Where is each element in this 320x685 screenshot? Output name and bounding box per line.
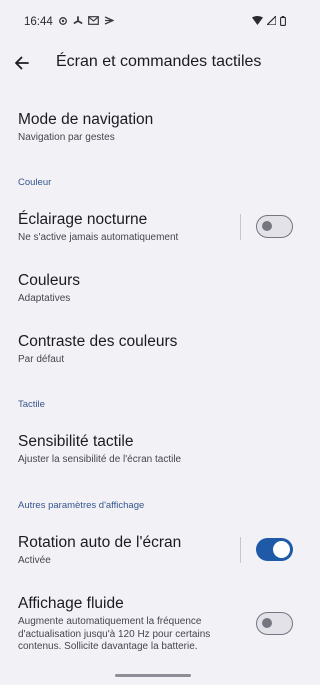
page-title: Écran et commandes tactiles: [56, 53, 262, 70]
back-arrow-icon[interactable]: [11, 52, 33, 74]
status-left: 16:44: [24, 15, 115, 29]
section-header-other-display: Autres paramètres d'affichage: [18, 500, 145, 511]
settings-gear-icon: [58, 16, 68, 29]
status-bar: 16:44: [0, 0, 306, 44]
auto-rotate-title: Rotation auto de l'écran: [18, 534, 182, 551]
top-app-bar: Écran et commandes tactiles: [0, 44, 306, 82]
auto-rotate-item[interactable]: Rotation auto de l'écran Activée: [18, 533, 233, 568]
smooth-display-subtitle-line: contenus. Sollicite davantage la batteri…: [18, 641, 198, 652]
pip-icon: [104, 16, 115, 28]
auto-rotate-subtitle: Activée: [18, 555, 51, 566]
smooth-display-title: Affichage fluide: [18, 595, 124, 612]
touch-sensitivity-item[interactable]: Sensibilité tactile Ajuster la sensibili…: [18, 432, 288, 467]
battery-icon: [280, 15, 286, 29]
colors-title: Couleurs: [18, 272, 81, 289]
signal-icon: [265, 14, 277, 28]
gesture-home-indicator[interactable]: [115, 674, 191, 677]
gmail-icon: [87, 16, 99, 28]
night-light-title: Éclairage nocturne: [18, 211, 148, 228]
night-light-item[interactable]: Éclairage nocturne Ne s'active jamais au…: [18, 210, 233, 245]
smooth-display-toggle[interactable]: [256, 612, 293, 635]
navigation-mode-subtitle: Navigation par gestes: [18, 132, 115, 143]
smooth-display-subtitle: Augmente automatiquement la fréquence d'…: [18, 616, 243, 654]
wifi-icon: [252, 16, 263, 28]
contrast-subtitle: Par défaut: [18, 354, 65, 365]
toggle-knob: [262, 618, 272, 628]
colors-subtitle: Adaptatives: [18, 293, 71, 304]
contrast-item[interactable]: Contraste des couleurs Par défaut: [18, 332, 288, 367]
toggle-knob: [262, 221, 272, 231]
navigation-mode-item[interactable]: Mode de navigation Navigation par gestes: [18, 110, 288, 145]
touch-sensitivity-subtitle: Ajuster la sensibilité de l'écran tactil…: [18, 454, 182, 465]
night-light-toggle[interactable]: [256, 215, 293, 238]
fan-icon: [73, 15, 83, 29]
status-time: 16:44: [24, 16, 53, 28]
divider: [240, 537, 241, 563]
touch-sensitivity-title: Sensibilité tactile: [18, 433, 134, 450]
divider: [240, 214, 241, 240]
status-right: [252, 14, 286, 29]
colors-item[interactable]: Couleurs Adaptatives: [18, 271, 288, 306]
smooth-display-subtitle-line: Augmente automatiquement la fréquence: [18, 616, 202, 627]
navigation-mode-title: Mode de navigation: [18, 111, 154, 128]
smooth-display-subtitle-line: d'actualisation jusqu'à 120 Hz pour cert…: [18, 628, 211, 640]
section-header-color: Couleur: [18, 177, 52, 188]
smooth-display-item[interactable]: Affichage fluide Augmente automatiquemen…: [18, 594, 243, 654]
contrast-title: Contraste des couleurs: [18, 333, 178, 350]
toggle-knob: [273, 541, 290, 558]
section-header-touch: Tactile: [18, 399, 45, 410]
auto-rotate-toggle[interactable]: [256, 538, 293, 561]
night-light-subtitle: Ne s'active jamais automatiquement: [18, 232, 179, 243]
